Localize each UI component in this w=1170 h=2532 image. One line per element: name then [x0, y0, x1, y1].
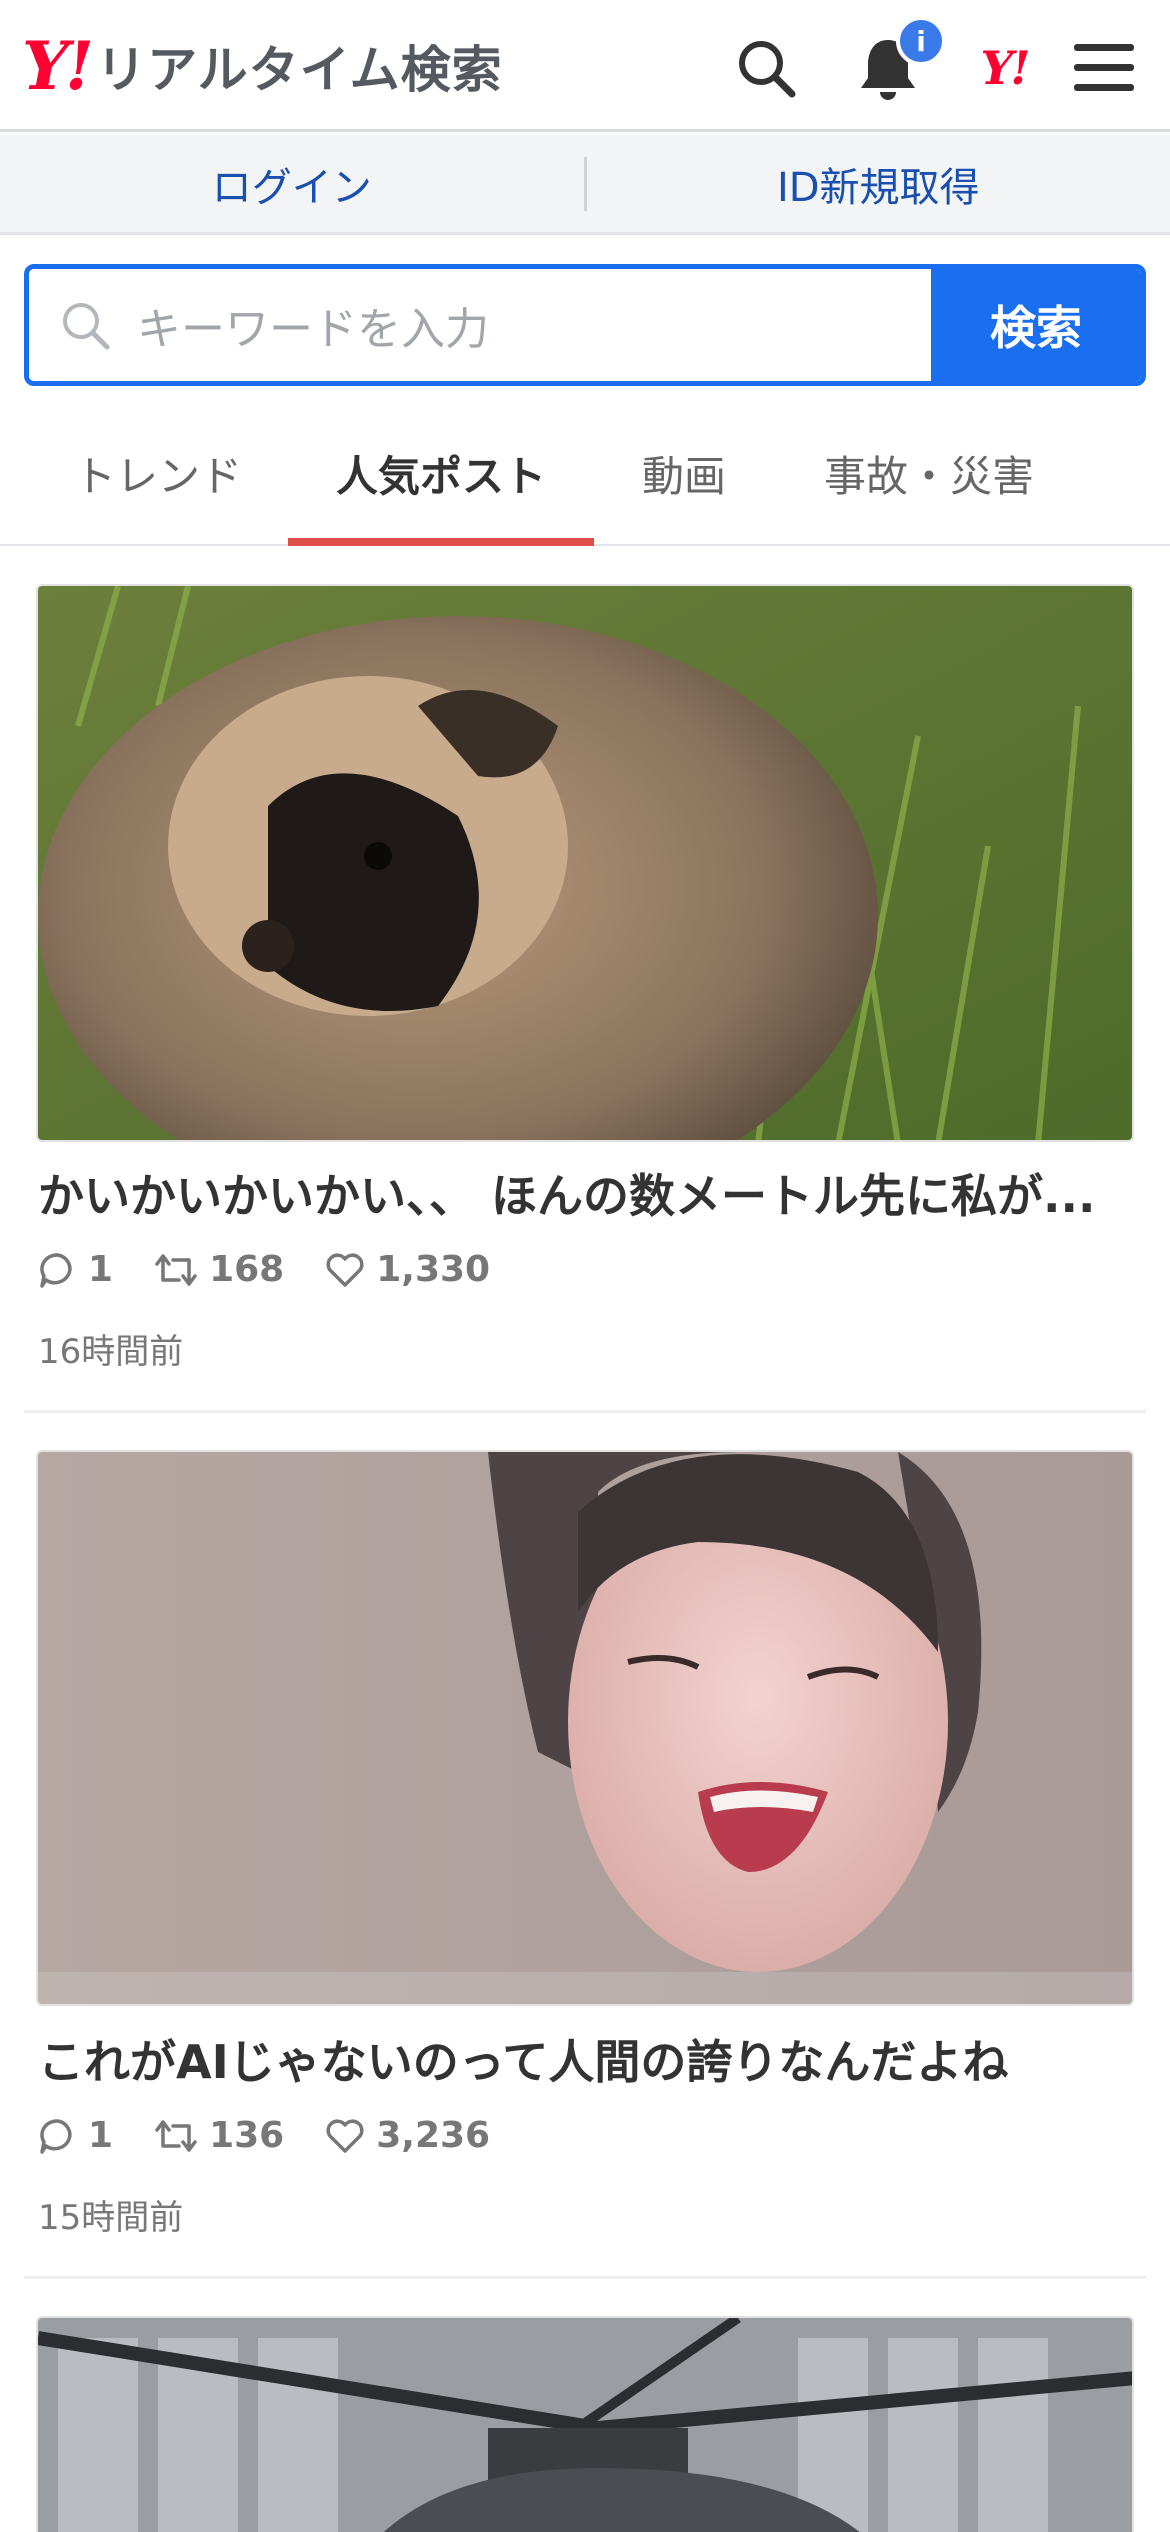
search-input[interactable]: キーワードを入力 — [29, 269, 931, 381]
reply-icon — [40, 2118, 72, 2154]
post-image-helicopter[interactable] — [36, 2316, 1134, 2532]
post-divider — [24, 1410, 1146, 1413]
search-icon[interactable] — [726, 28, 806, 108]
post-stats: 1 168 1,330 — [38, 1249, 530, 1290]
tab-popular-posts[interactable]: 人気ポスト — [288, 400, 594, 546]
repost-count[interactable]: 136 — [153, 2115, 284, 2156]
heart-icon — [326, 2119, 364, 2153]
heart-icon — [326, 1253, 364, 1287]
search-placeholder: キーワードを入力 — [137, 304, 489, 355]
login-link[interactable]: ログイン — [0, 135, 584, 232]
signup-link[interactable]: ID新規取得 — [587, 135, 1170, 232]
reply-icon — [40, 1252, 72, 1288]
notification-badge: i — [896, 16, 946, 66]
like-count[interactable]: 1,330 — [324, 1249, 490, 1290]
tab-trend[interactable]: トレンド — [40, 400, 276, 546]
reply-count[interactable]: 1 — [38, 2115, 113, 2156]
like-count[interactable]: 3,236 — [324, 2115, 490, 2156]
tab-accident-disaster[interactable]: 事故・災害 — [794, 400, 1064, 546]
yahoo-logo-mark: Y! — [22, 27, 94, 105]
app-header: Y! リアルタイム検索 i Y! — [0, 0, 1170, 132]
tab-video[interactable]: 動画 — [610, 400, 758, 546]
yahoo-japan-icon[interactable]: Y! — [964, 28, 1044, 108]
repost-icon — [155, 2119, 197, 2152]
post-image-singer[interactable] — [36, 1450, 1134, 2006]
category-tabs: トレンド 人気ポスト 動画 事故・災害 — [0, 400, 1170, 546]
post-title[interactable]: これがAIじゃないのって人間の誇りなんだよね — [38, 2026, 1138, 2092]
service-name: リアルタイム検索 — [96, 41, 503, 99]
repost-icon — [155, 1253, 197, 1286]
post-image-raccoon-dog[interactable] — [36, 584, 1134, 1142]
yahoo-realtime-logo[interactable]: Y! リアルタイム検索 — [22, 26, 503, 106]
hamburger-menu-icon[interactable] — [1064, 28, 1144, 108]
post-timestamp: 16時間前 — [38, 1332, 184, 1372]
reply-count[interactable]: 1 — [38, 1249, 113, 1290]
account-bar: ログイン ID新規取得 — [0, 135, 1170, 235]
post-card[interactable]: かいかいかいかい、、 ほんの数メートル先に私が... 1 168 1,330 1… — [0, 584, 1170, 1414]
post-title[interactable]: かいかいかいかい、、 ほんの数メートル先に私が... — [38, 1160, 1138, 1226]
active-tab-indicator — [288, 538, 594, 546]
repost-count[interactable]: 168 — [153, 1249, 284, 1290]
search-box: キーワードを入力 検索 — [24, 264, 1146, 386]
search-field-icon — [63, 303, 110, 350]
post-divider — [24, 2276, 1146, 2279]
post-stats: 1 136 3,236 — [38, 2115, 530, 2156]
search-button[interactable]: 検索 — [931, 269, 1141, 381]
post-card[interactable]: これがAIじゃないのって人間の誇りなんだよね 1 136 3,236 15時間前 — [0, 1450, 1170, 2280]
post-card[interactable] — [0, 2316, 1170, 2532]
post-timestamp: 15時間前 — [38, 2198, 184, 2238]
